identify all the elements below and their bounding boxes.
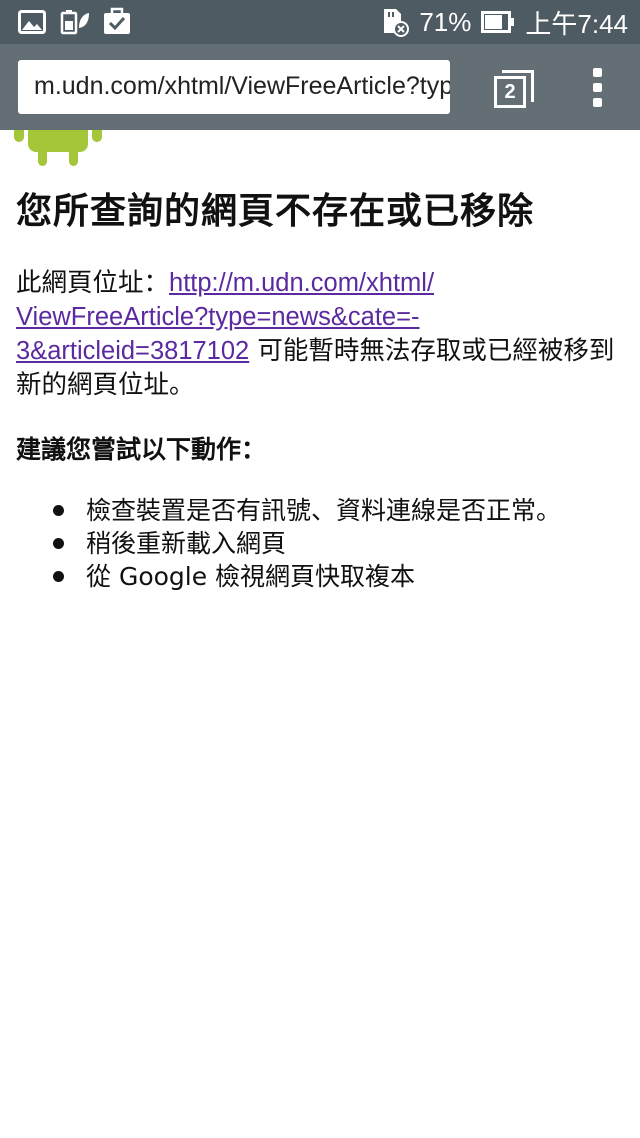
browser-toolbar: m.udn.com/xhtml/ViewFreeArticle?type=new… [0, 44, 640, 130]
clock: 上午7:44 [525, 8, 628, 39]
bullet-icon [53, 505, 64, 516]
list-item: 檢查裝置是否有訊號、資料連線是否正常。 [0, 494, 640, 527]
status-right-group: 71% 上午7:44 [381, 0, 628, 44]
action-text: 從 Google 檢視網頁快取複本 [86, 562, 416, 591]
status-bar: 71% 上午7:44 [0, 0, 640, 44]
address-paragraph: 此網頁位址：http://m.udn.com/xhtml/ViewFreeArt… [16, 266, 624, 402]
list-item: 稍後重新載入網頁 [0, 527, 640, 560]
action-text: 稍後重新載入網頁 [86, 529, 287, 558]
task-check-icon [104, 7, 130, 34]
overflow-menu-icon[interactable] [588, 68, 608, 108]
page-content: 您所查詢的網頁不存在或已移除 此網頁位址：http://m.udn.com/xh… [0, 130, 640, 1138]
action-list: 檢查裝置是否有訊號、資料連線是否正常。 稍後重新載入網頁 從 Google 檢視… [0, 494, 640, 593]
tab-switcher-button[interactable]: 2 [494, 70, 534, 110]
bullet-icon [53, 571, 64, 582]
url-bar[interactable]: m.udn.com/xhtml/ViewFreeArticle?type=new… [18, 60, 450, 114]
android-robot-icon [14, 130, 102, 166]
list-item: 從 Google 檢視網頁快取複本 [0, 560, 640, 593]
battery-icon [481, 11, 515, 33]
action-text: 檢查裝置是否有訊號、資料連線是否正常。 [86, 496, 562, 525]
address-prefix: 此網頁位址： [16, 268, 170, 298]
battery-saver-icon [60, 10, 89, 35]
sim-card-icon [384, 9, 410, 37]
page-title: 您所查詢的網頁不存在或已移除 [16, 191, 535, 232]
bullet-icon [53, 538, 64, 549]
tab-count: 2 [494, 76, 526, 108]
gallery-icon [18, 10, 46, 34]
suggestion-heading: 建議您嘗試以下動作： [16, 435, 267, 464]
battery-percent: 71% [419, 6, 472, 37]
